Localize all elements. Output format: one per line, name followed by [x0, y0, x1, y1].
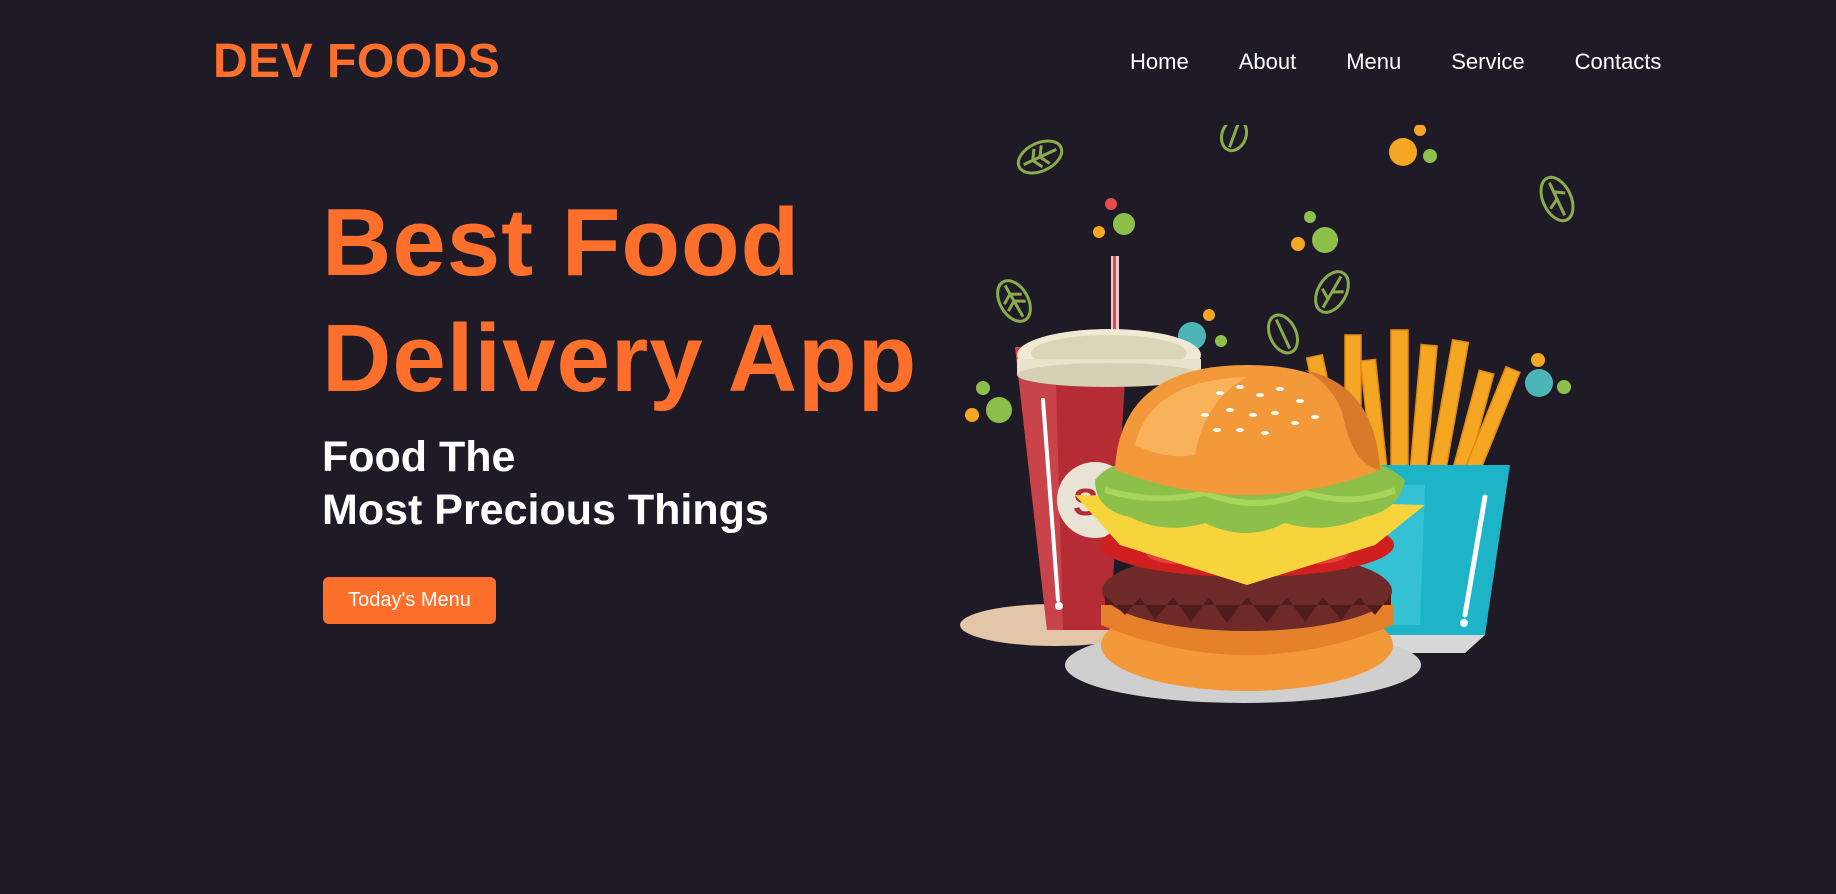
brand-logo[interactable]: DEV FOODS — [213, 34, 500, 90]
nav-home[interactable]: Home — [1130, 48, 1189, 76]
header: DEV FOODS Home About Menu Service Contac… — [0, 0, 1836, 124]
hero-subtitle-line-1: Food The — [322, 433, 516, 481]
nav-about[interactable]: About — [1239, 48, 1297, 76]
nav-menu[interactable]: Menu — [1346, 48, 1401, 76]
todays-menu-button[interactable]: Today's Menu — [323, 577, 496, 624]
hero-subtitle: Food The Most Precious Things — [322, 431, 769, 537]
page: DEV FOODS Home About Menu Service Contac… — [0, 0, 1836, 894]
nav-service[interactable]: Service — [1451, 48, 1524, 76]
hero-title-line-1: Best Food — [322, 189, 801, 296]
hero-title-line-2: Delivery App — [322, 305, 918, 412]
food-illustration: S — [960, 125, 1575, 703]
hero-title: Best Food Delivery App — [322, 185, 917, 417]
hero-subtitle-line-2: Most Precious Things — [322, 486, 769, 534]
main-nav: Home About Menu Service Contacts — [1130, 48, 1661, 76]
nav-contacts[interactable]: Contacts — [1575, 48, 1662, 76]
